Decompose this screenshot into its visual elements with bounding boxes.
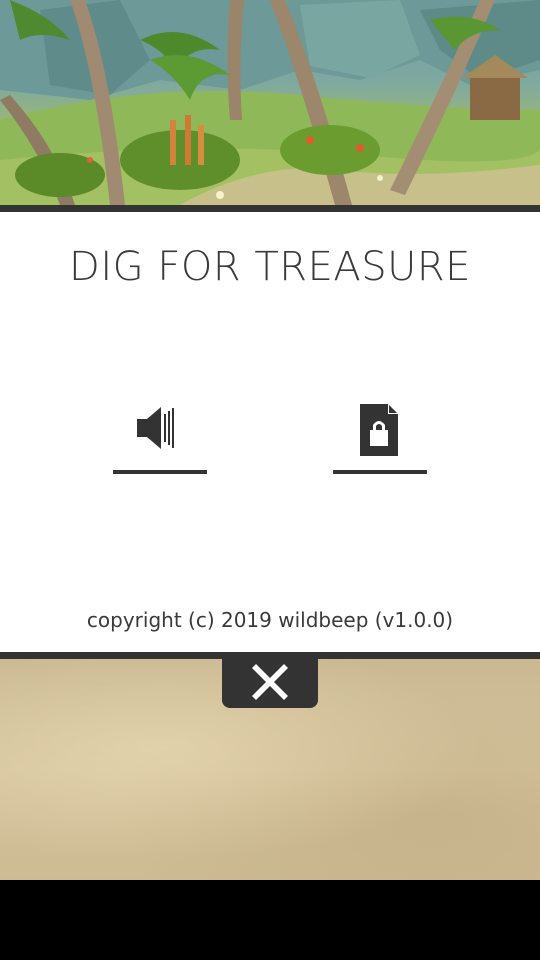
- copyright-text: copyright (c) 2019 wildbeep (v1.0.0): [86, 608, 454, 632]
- close-menu-button[interactable]: [222, 656, 318, 708]
- speaker-icon: [137, 407, 174, 449]
- bottom-black-band: [0, 880, 540, 960]
- privacy-policy-button[interactable]: [333, 398, 427, 474]
- sound-option-underline: [113, 470, 207, 474]
- jungle-scene-background: [0, 0, 540, 205]
- close-icon: [252, 664, 288, 700]
- privacy-option-underline: [333, 470, 427, 474]
- menu-panel: DIG FOR TREASURE copyright (c) 2019 wild…: [0, 212, 540, 652]
- sound-toggle-button[interactable]: [113, 398, 207, 474]
- document-lock-icon: [360, 404, 398, 456]
- game-title: DIG FOR TREASURE: [69, 244, 471, 290]
- top-divider-bar: [0, 205, 540, 212]
- jungle-illustration: [0, 0, 540, 205]
